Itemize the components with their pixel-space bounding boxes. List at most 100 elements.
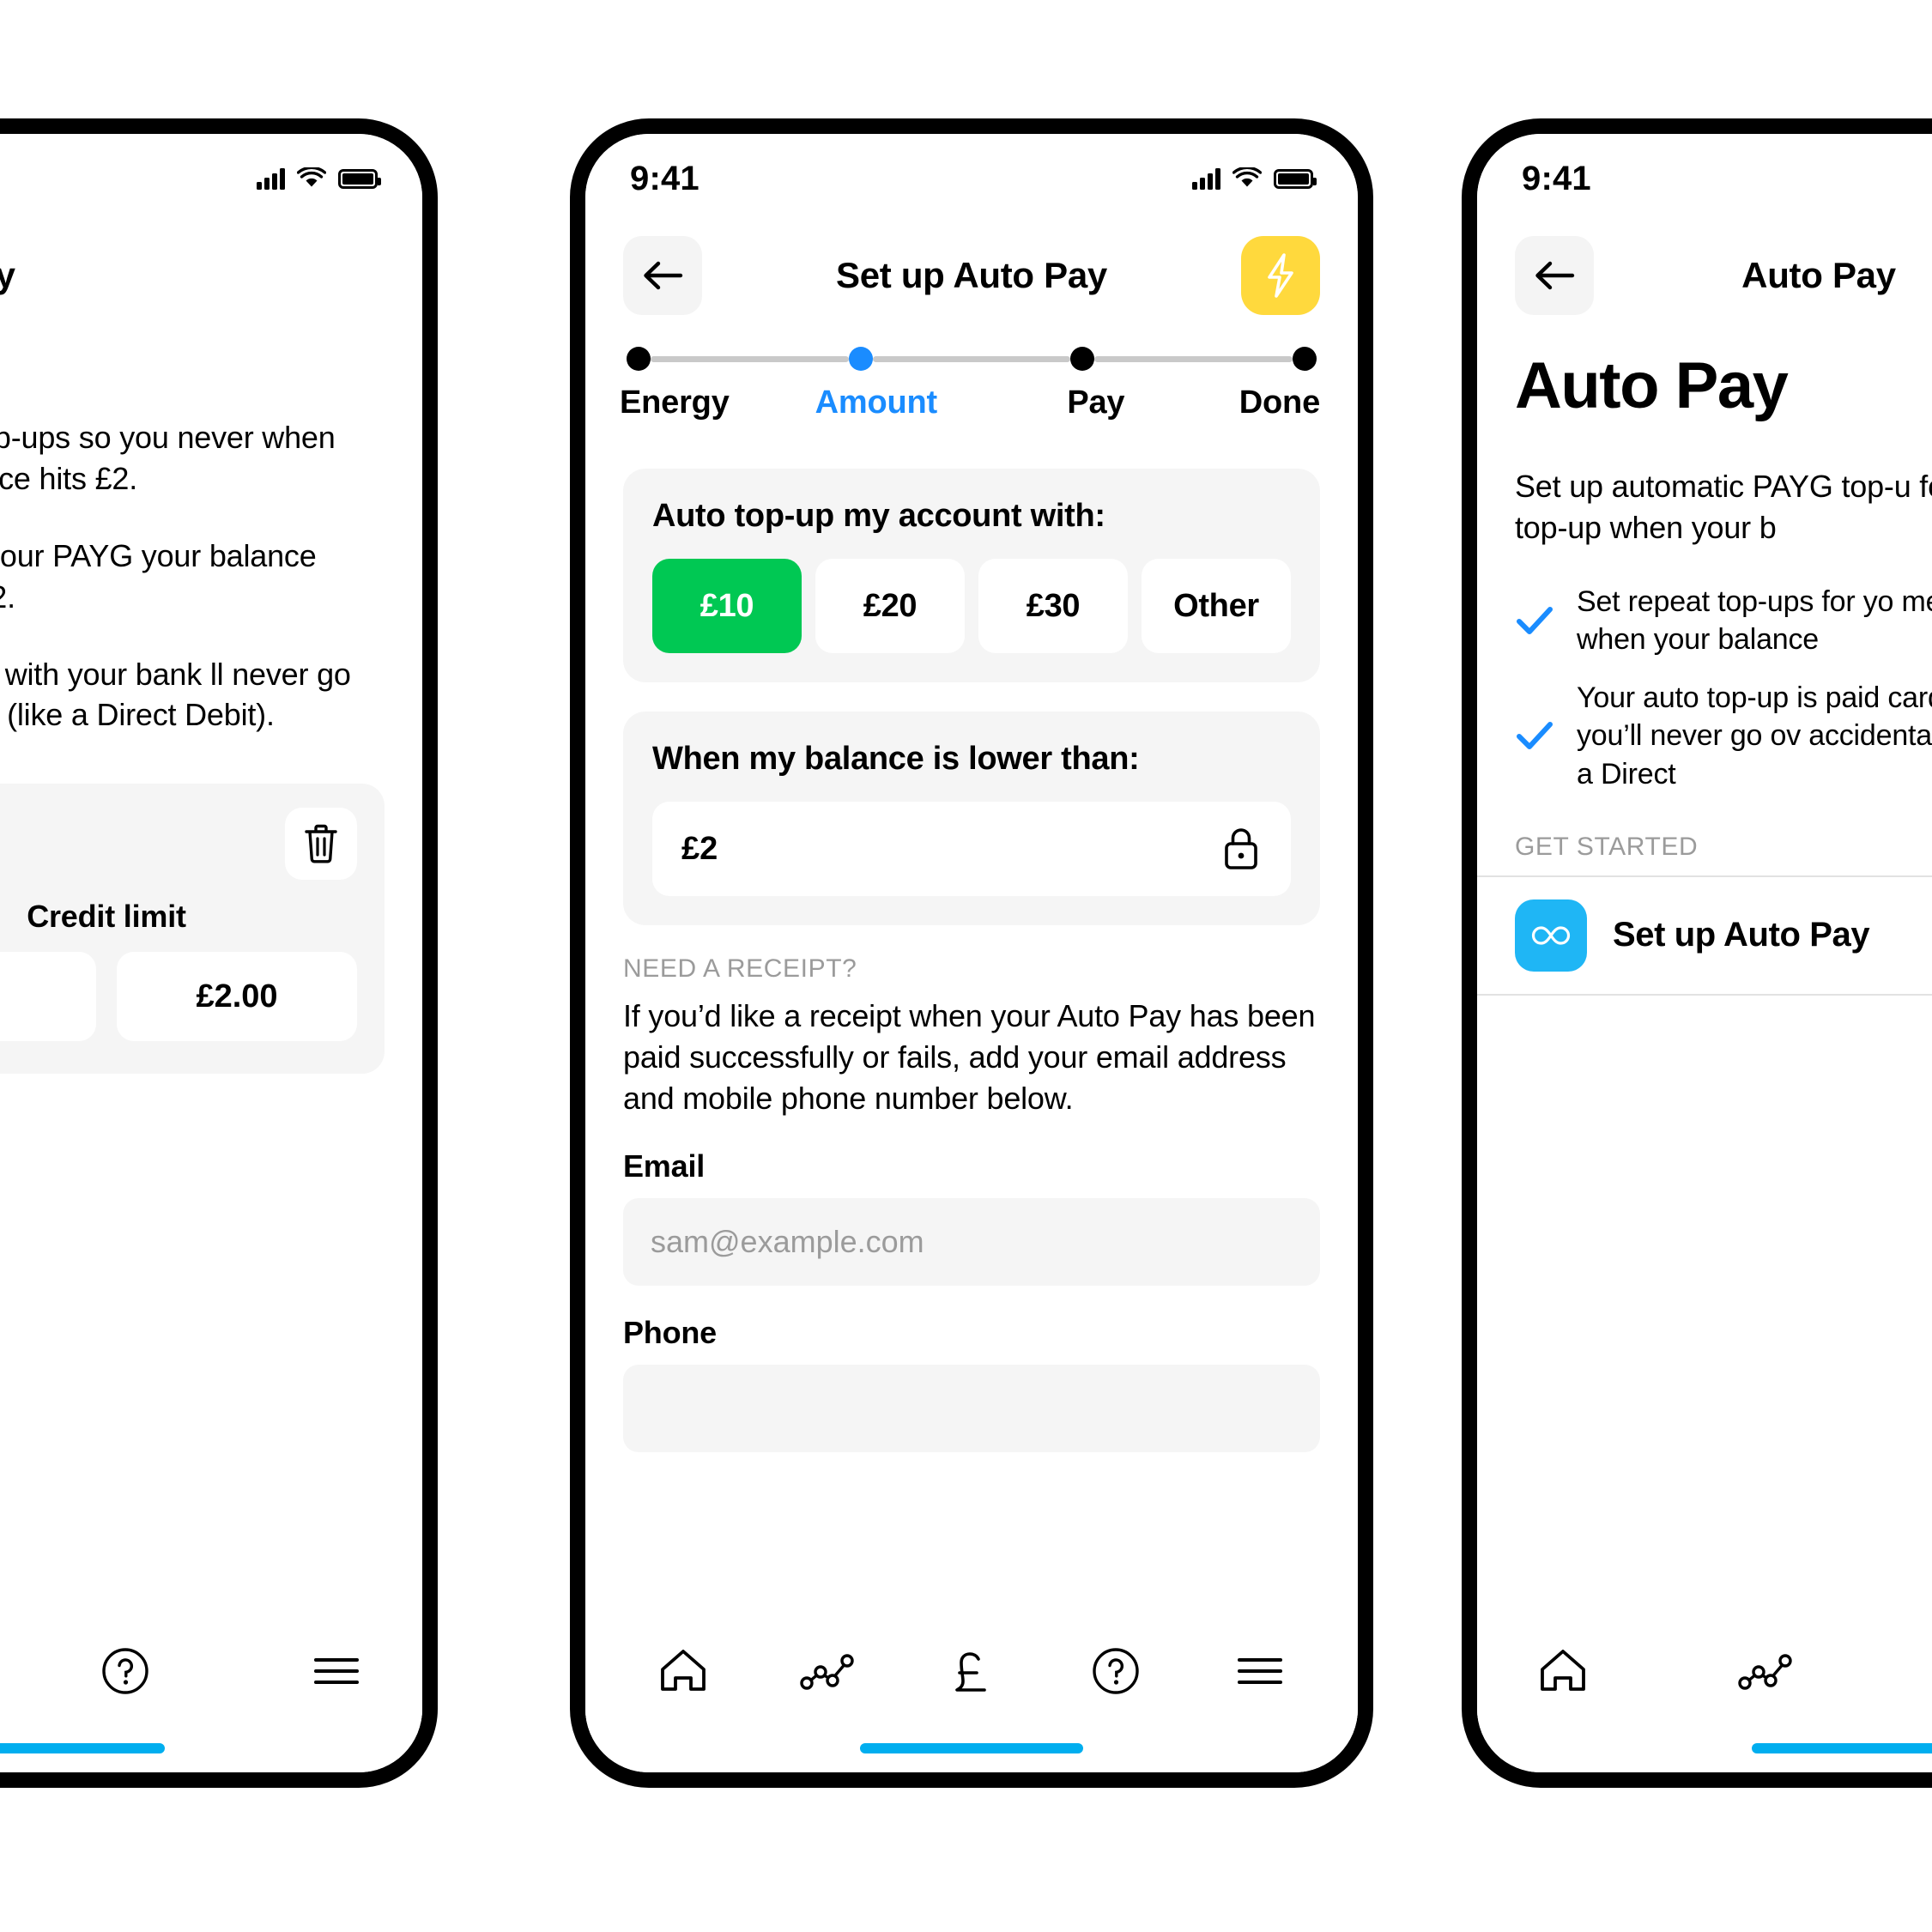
- step-label-done: Done: [1239, 385, 1320, 421]
- balance-threshold-title: When my balance is lower than:: [652, 741, 1140, 777]
- credit-limit-row: £2.00: [0, 952, 357, 1042]
- step-dot-pay[interactable]: [1070, 347, 1095, 371]
- status-icons: [1192, 167, 1317, 190]
- email-placeholder: sam@example.com: [651, 1223, 924, 1259]
- page-title-middle: Set up Auto Pay: [836, 255, 1107, 295]
- amount-option-other[interactable]: Other: [1142, 559, 1291, 653]
- middle-content: Auto top-up my account with: £10 £20 £30…: [585, 469, 1358, 1772]
- get-started-label: GET STARTED: [1515, 832, 1699, 861]
- tab-payments[interactable]: [930, 1630, 1013, 1712]
- amount-option-20[interactable]: £20: [815, 559, 965, 653]
- status-bar-left: [0, 153, 422, 204]
- screen-left: Auto Pay c PAYG top-ups so you never whe…: [0, 134, 422, 1772]
- amount-option-10[interactable]: £10: [652, 559, 802, 653]
- infinity-icon-badge: [1515, 899, 1587, 972]
- benefit-text: Your auto top-up is paid card, so you’ll…: [1577, 681, 1932, 790]
- receipt-eyebrow: NEED A RECEIPT?: [623, 954, 857, 983]
- balance-threshold-field[interactable]: £2: [652, 802, 1291, 896]
- receipt-body: If you’d like a receipt when your Auto P…: [623, 998, 1316, 1116]
- topup-amount-card: Auto top-up my account with: £10 £20 £30…: [623, 469, 1320, 682]
- phone-middle: 9:41 Set up Auto Pay Energy Amount Pay D…: [570, 118, 1373, 1788]
- tab-home[interactable]: [642, 1630, 724, 1712]
- back-arrow-icon: [1535, 261, 1575, 290]
- step-line-1: [651, 355, 849, 362]
- back-arrow-icon: [644, 261, 683, 290]
- credit-limit-field-partial[interactable]: [0, 952, 96, 1042]
- step-label-amount: Amount: [815, 385, 938, 421]
- auto-pay-intro: Set up automatic PAYG top-u forget to to…: [1515, 469, 1932, 545]
- infinity-icon: [1531, 926, 1571, 945]
- back-button[interactable]: [1515, 236, 1594, 315]
- boost-button[interactable]: [1241, 236, 1320, 315]
- check-icon: [1517, 606, 1553, 634]
- balance-threshold-value: £2: [681, 830, 718, 867]
- benefit-text: Set repeat top-ups for yo meter when you…: [1577, 584, 1932, 656]
- navbar-right: Auto Pay: [1477, 228, 1932, 323]
- signal-bars-icon: [1192, 167, 1220, 190]
- benefit-item: Set repeat top-ups for yo meter when you…: [1477, 583, 1932, 658]
- phone-label: Phone: [623, 1314, 718, 1350]
- screen-middle: 9:41 Set up Auto Pay Energy Amount Pay D…: [585, 134, 1358, 1772]
- back-button[interactable]: [623, 236, 702, 315]
- help-icon: [1093, 1648, 1139, 1694]
- auto-pay-heading: Auto Pay: [1515, 349, 1789, 422]
- tab-usage[interactable]: [786, 1630, 869, 1712]
- step-dot-energy[interactable]: [627, 347, 651, 371]
- phone-left: Auto Pay c PAYG top-ups so you never whe…: [0, 118, 438, 1788]
- credit-limit-value[interactable]: £2.00: [117, 952, 357, 1042]
- tabbar-left: [0, 1609, 422, 1772]
- wifi-icon: [1232, 167, 1262, 187]
- email-label: Email: [623, 1148, 706, 1184]
- lock-icon: [1225, 828, 1257, 869]
- tab-menu[interactable]: [295, 1630, 378, 1712]
- list-item-setup-auto-pay[interactable]: Set up Auto Pay: [1477, 877, 1932, 994]
- tab-usage[interactable]: [1724, 1630, 1807, 1712]
- status-icons: [257, 167, 381, 190]
- home-indicator: [1752, 1743, 1932, 1753]
- home-icon: [1541, 1650, 1585, 1691]
- usage-chart-icon: [1738, 1654, 1792, 1690]
- tab-menu[interactable]: [1219, 1630, 1301, 1712]
- tab-payments[interactable]: [1927, 1630, 1932, 1712]
- battery-icon: [1274, 168, 1317, 189]
- lightning-bolt-icon: [1268, 253, 1293, 298]
- trash-icon: [305, 825, 337, 863]
- left-paragraph-1: c PAYG top-ups so you never when your ba…: [0, 420, 336, 496]
- phone-right: 9:41 Auto Pay Auto Pay Set up automatic …: [1462, 118, 1932, 1788]
- menu-icon: [1238, 1658, 1282, 1684]
- step-label-energy: Energy: [620, 385, 730, 421]
- stepper-track: [623, 347, 1320, 371]
- step-label-pay: Pay: [1067, 385, 1125, 421]
- list-item-label: Set up Auto Pay: [1613, 916, 1870, 954]
- email-input[interactable]: sam@example.com: [623, 1197, 1320, 1286]
- left-content: c PAYG top-ups so you never when your ba…: [0, 417, 422, 1772]
- left-paragraph-3: -up is paid with your bank ll never go o…: [0, 656, 351, 733]
- tab-home[interactable]: [1522, 1630, 1604, 1712]
- credit-limit-card: Credit limit £2.00: [0, 784, 385, 1075]
- step-line-2: [872, 355, 1071, 362]
- step-dot-amount[interactable]: [848, 347, 873, 371]
- screen-right: 9:41 Auto Pay Auto Pay Set up automatic …: [1477, 134, 1932, 1772]
- menu-icon: [314, 1658, 359, 1684]
- progress-stepper: Energy Amount Pay Done: [585, 347, 1358, 421]
- tab-help[interactable]: [84, 1630, 167, 1712]
- status-bar-right: 9:41: [1477, 153, 1932, 204]
- credit-limit-label: Credit limit: [27, 899, 186, 935]
- battery-icon: [338, 168, 381, 189]
- help-icon: [102, 1648, 148, 1694]
- navbar-left: Auto Pay: [0, 228, 422, 323]
- step-line-3: [1094, 355, 1293, 362]
- pound-icon: [955, 1652, 986, 1692]
- step-dot-done[interactable]: [1293, 347, 1317, 371]
- tab-help[interactable]: [1075, 1630, 1157, 1712]
- check-icon: [1517, 722, 1553, 750]
- home-icon: [661, 1650, 706, 1691]
- amount-option-30[interactable]: £30: [978, 559, 1128, 653]
- usage-chart-icon: [800, 1654, 854, 1690]
- delete-button[interactable]: [285, 808, 357, 881]
- status-time: 9:41: [1522, 159, 1591, 197]
- phone-input[interactable]: [623, 1364, 1320, 1452]
- topup-amount-title: Auto top-up my account with:: [652, 498, 1105, 534]
- balance-threshold-card: When my balance is lower than: £2: [623, 712, 1320, 925]
- benefit-item: Your auto top-up is paid card, so you’ll…: [1477, 679, 1932, 793]
